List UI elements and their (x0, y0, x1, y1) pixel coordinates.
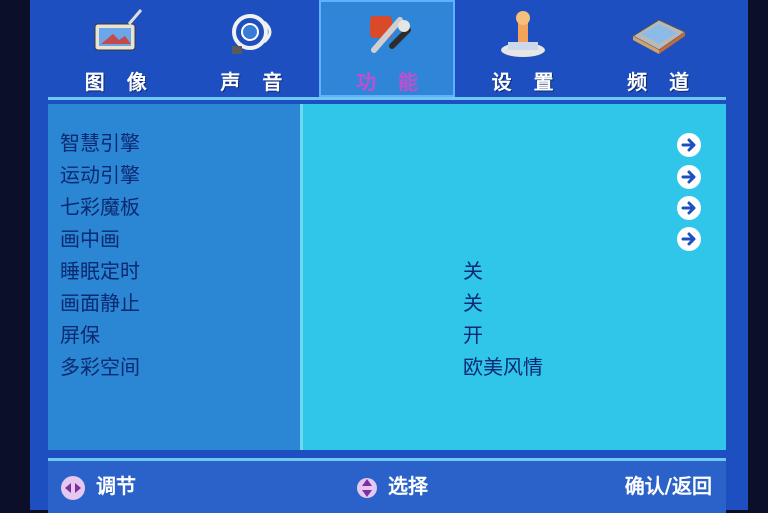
menu-item-sleep-timer[interactable]: 睡眠定时 (60, 256, 140, 286)
left-right-arrows-icon (61, 475, 85, 500)
tab-settings[interactable]: 设置 (455, 0, 591, 97)
tab-channel[interactable]: 频道 (590, 0, 726, 97)
picture-icon (94, 9, 142, 51)
tab-label: 图像 (84, 70, 169, 94)
menu-item-motion-engine[interactable]: 运动引擎 (60, 160, 140, 190)
channel-icon (632, 19, 687, 54)
tab-divider (48, 97, 726, 100)
tab-picture[interactable]: 图像 (48, 0, 184, 97)
tab-bar: 图像 声音 功能 设置 频道 (48, 0, 726, 97)
sleep-timer-value[interactable]: 关 (463, 256, 483, 286)
select-label: 选择 (388, 474, 428, 498)
tab-label: 频道 (627, 70, 712, 94)
adjust-label: 调节 (96, 474, 136, 498)
menu-item-color-board[interactable]: 七彩魔板 (60, 192, 140, 222)
confirm-label: 确认/返回 (624, 474, 712, 498)
arrow-right-icon[interactable] (676, 164, 702, 190)
tools-icon (369, 16, 411, 53)
menu-item-color-space[interactable]: 多彩空间 (60, 352, 140, 382)
screensaver-value[interactable]: 开 (463, 320, 483, 350)
adjust-hint: 调节 (60, 471, 136, 501)
menu-item-smart-engine[interactable]: 智慧引擎 (60, 128, 140, 158)
select-hint: 选择 (356, 471, 428, 501)
tab-label: 声音 (220, 70, 305, 94)
tab-label: 设置 (491, 70, 576, 94)
menu-item-freeze-frame[interactable]: 画面静止 (60, 288, 140, 318)
help-bar: 调节 选择 确认/返回 (48, 458, 726, 513)
menu-item-screensaver[interactable]: 屏保 (60, 320, 100, 350)
settings-icon (500, 11, 545, 57)
tab-label: 功能 (355, 70, 440, 94)
up-down-arrows-icon (357, 477, 377, 498)
tab-functions[interactable]: 功能 (319, 0, 455, 97)
freeze-frame-value[interactable]: 关 (463, 288, 483, 318)
arrow-right-icon[interactable] (676, 195, 702, 221)
arrow-right-icon[interactable] (676, 132, 702, 158)
arrow-right-icon[interactable] (676, 226, 702, 252)
menu-values-panel: 关 关 开 欧美风情 (303, 104, 726, 450)
confirm-hint: 确认/返回 (625, 471, 712, 501)
tab-sound[interactable]: 声音 (184, 0, 320, 97)
menu-item-pip[interactable]: 画中画 (60, 224, 120, 254)
color-space-value[interactable]: 欧美风情 (463, 352, 543, 382)
sound-icon (232, 14, 272, 54)
menu-list-panel: 智慧引擎 运动引擎 七彩魔板 画中画 睡眠定时 画面静止 屏保 多彩空间 (48, 104, 303, 450)
